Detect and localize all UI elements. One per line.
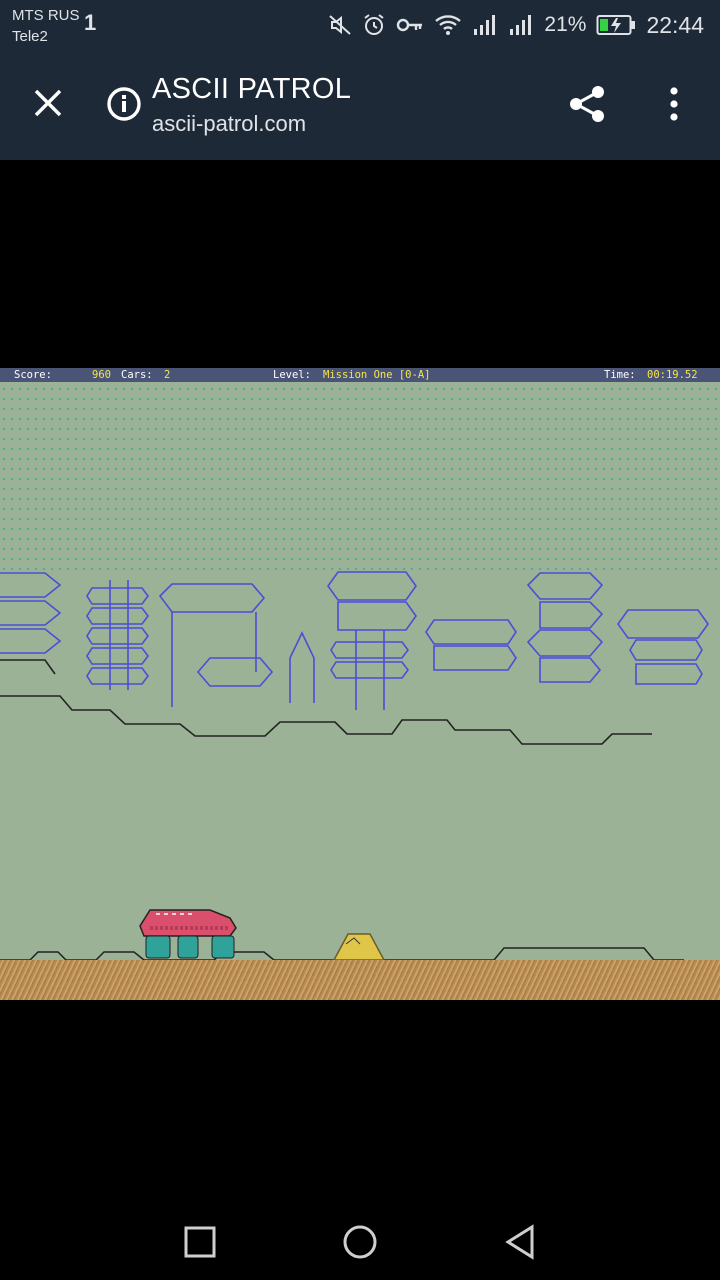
battery-charging-icon (596, 15, 636, 35)
info-icon (107, 87, 141, 121)
carrier-labels: MTS RUS Tele2 (12, 5, 80, 47)
back-icon (505, 1224, 534, 1260)
carrier-1: MTS RUS (12, 7, 80, 24)
site-info-button[interactable] (104, 84, 144, 124)
recents-button[interactable] (180, 1222, 220, 1262)
recents-icon (184, 1226, 216, 1258)
game-scene (0, 571, 709, 961)
signal-icon (510, 15, 532, 35)
status-bar: MTS RUS Tele2 1 21% 22:44 (0, 0, 720, 50)
skyline-outline (0, 695, 652, 745)
key-icon (397, 18, 423, 32)
ground-strip (0, 960, 720, 1000)
structure-4 (327, 571, 517, 710)
more-vert-icon (670, 87, 678, 121)
structure-2 (86, 580, 149, 690)
share-button[interactable] (566, 82, 610, 126)
system-nav-bar (0, 1200, 720, 1280)
overflow-menu-button[interactable] (660, 84, 688, 124)
share-icon (570, 86, 604, 122)
game-canvas[interactable]: Score: 960 Cars: 2 Level: Mission One [0… (0, 368, 720, 1000)
home-button[interactable] (340, 1222, 380, 1262)
network-badge: 1 (84, 10, 97, 35)
rock-obstacle (332, 933, 386, 961)
clock: 22:44 (646, 11, 704, 38)
status-icons: 21% 22:44 (328, 8, 704, 42)
close-icon (34, 89, 62, 117)
home-icon (343, 1225, 377, 1259)
page-url: ascii-patrol.com (152, 111, 307, 136)
player-buggy (139, 909, 237, 959)
alarm-icon (364, 14, 385, 35)
city-structures (0, 571, 709, 745)
title-block: ASCII PATROL ascii-patrol.com (152, 70, 351, 140)
battery-percent: 21% (544, 13, 587, 36)
structure-1 (0, 572, 62, 675)
custom-tab-toolbar: ASCII PATROL ascii-patrol.com (0, 50, 720, 160)
mute-icon (329, 15, 352, 35)
structure-3 (158, 583, 315, 707)
close-button[interactable] (28, 83, 68, 123)
structure-5 (526, 572, 709, 685)
page-title: ASCII PATROL (152, 73, 352, 105)
carrier-2: Tele2 (12, 28, 48, 45)
back-button[interactable] (500, 1222, 540, 1262)
signal-icon (474, 15, 496, 35)
wifi-icon (435, 15, 462, 35)
